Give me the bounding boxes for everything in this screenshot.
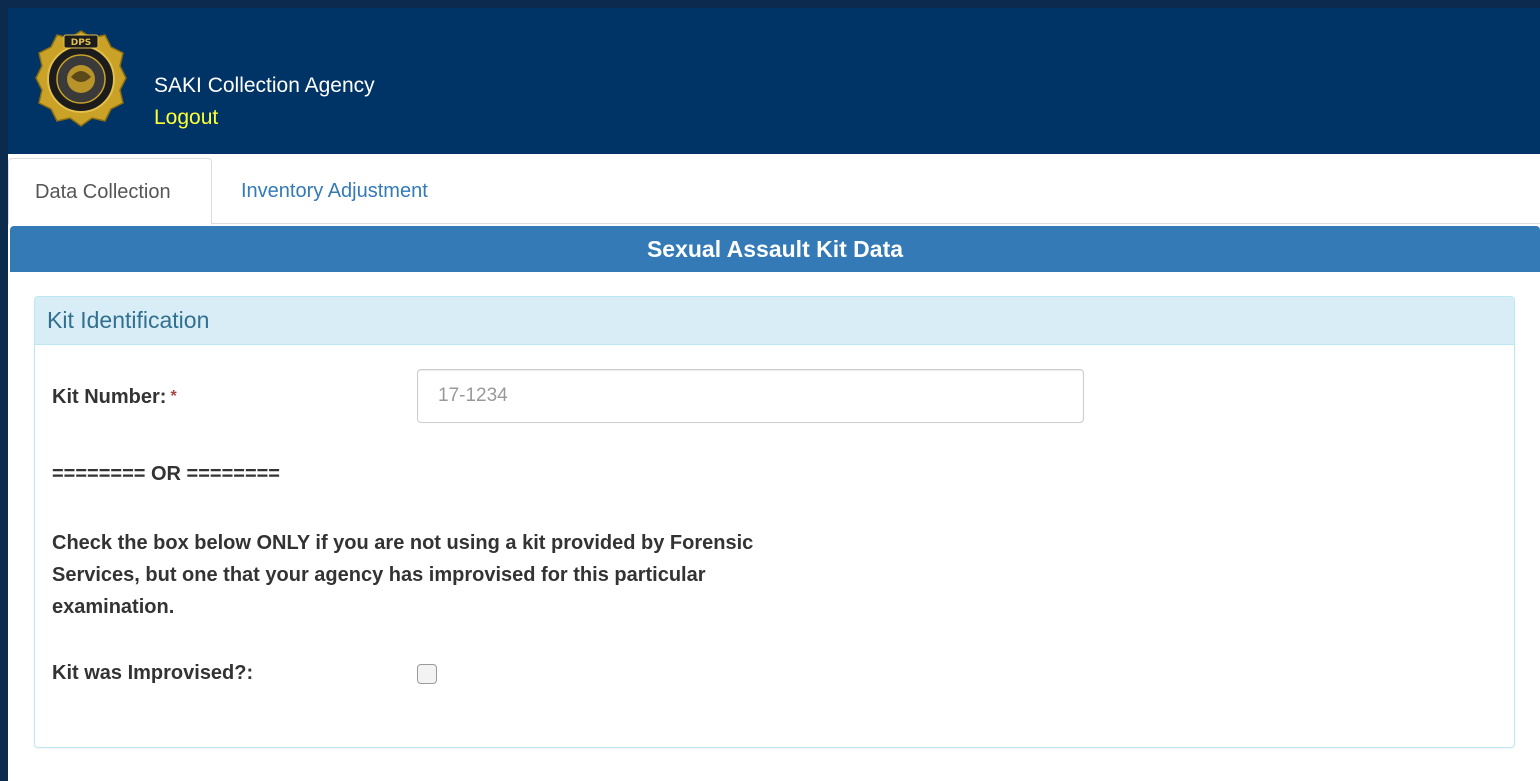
dps-badge-logo: DPS bbox=[35, 30, 127, 127]
svg-text:DPS: DPS bbox=[71, 38, 92, 48]
kit-number-label: Kit Number: * bbox=[52, 386, 177, 409]
or-divider: ======== OR ======== bbox=[52, 463, 280, 485]
kit-number-input[interactable] bbox=[417, 369, 1084, 423]
tab-data-collection[interactable]: Data Collection bbox=[8, 158, 212, 225]
section-title-bar: Sexual Assault Kit Data bbox=[10, 226, 1540, 272]
agency-name: SAKI Collection Agency bbox=[154, 74, 375, 97]
kit-improvised-label: Kit was Improvised?: bbox=[52, 662, 254, 684]
page-frame: DPS SAKI Collection Agency Logout Data C… bbox=[0, 0, 1540, 781]
kit-identification-panel: Kit Identification Kit Number:* ========… bbox=[34, 296, 1515, 748]
app-header: DPS SAKI Collection Agency Logout bbox=[8, 8, 1540, 154]
required-marker: * bbox=[170, 388, 177, 405]
main-content: Data Collection Inventory Adjustment Sex… bbox=[8, 154, 1540, 781]
improvised-instruction: Check the box below ONLY if you are not … bbox=[52, 532, 754, 618]
tab-bar: Data Collection Inventory Adjustment bbox=[8, 154, 1540, 225]
kit-number-label-text: Kit Number: bbox=[52, 386, 167, 408]
kit-improvised-checkbox[interactable] bbox=[417, 664, 437, 684]
tab-inventory-adjustment[interactable]: Inventory Adjustment bbox=[215, 158, 454, 225]
panel-heading: Kit Identification bbox=[35, 297, 1514, 345]
logout-link[interactable]: Logout bbox=[154, 106, 218, 130]
